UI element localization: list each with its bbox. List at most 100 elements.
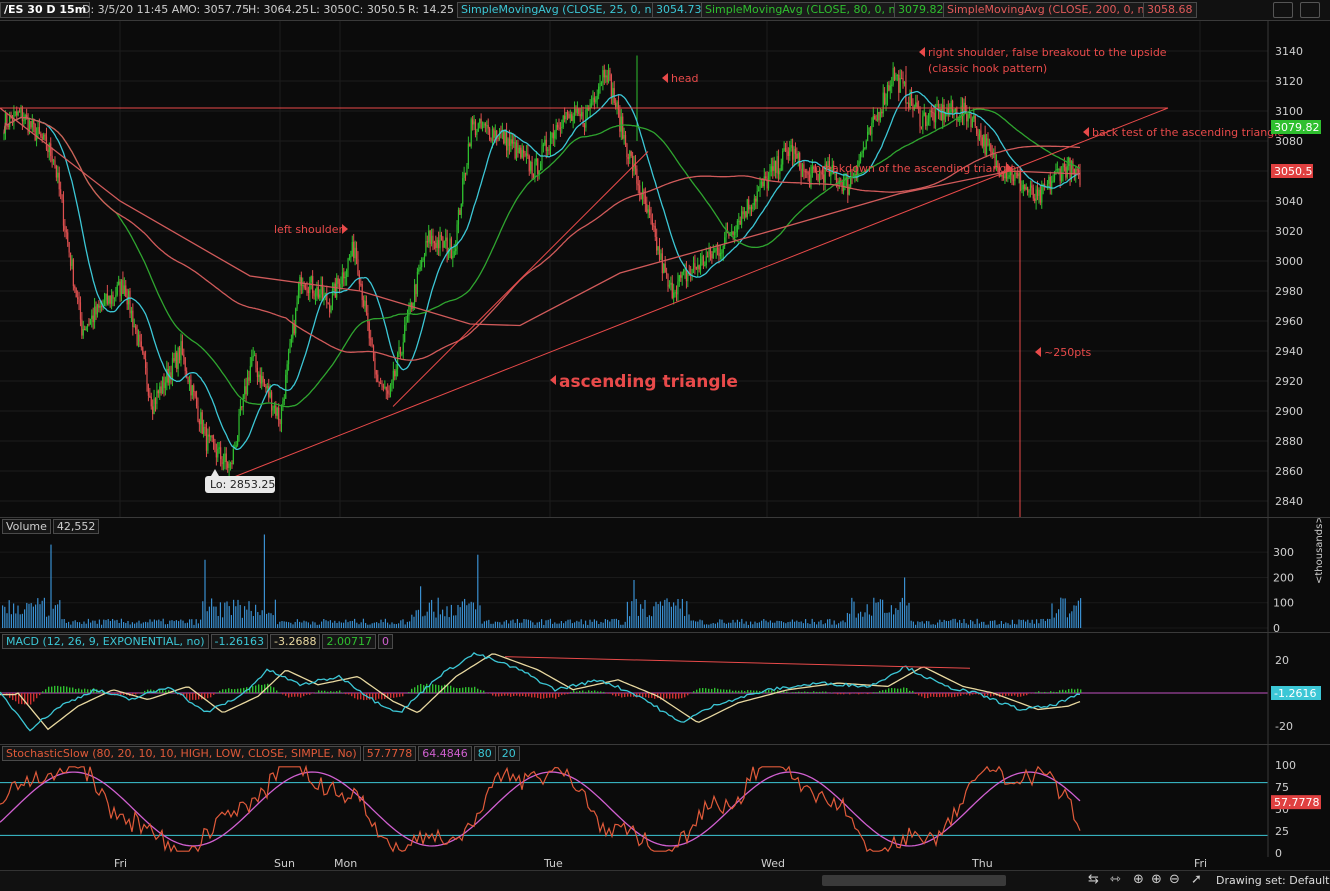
sma25-legend[interactable]: SimpleMovingAvg (CLOSE, 25, 0, no) xyxy=(457,2,666,18)
candle-body xyxy=(771,166,772,171)
volume-bar xyxy=(235,606,236,628)
macd-histogram-bar xyxy=(270,686,271,693)
stoch-pane[interactable]: 100755025057.7778 StochasticSlow (80, 20… xyxy=(0,744,1330,857)
candle-body xyxy=(868,127,869,131)
macd-histogram-bar xyxy=(234,689,235,693)
macd-histogram-bar xyxy=(291,693,292,697)
candle-body xyxy=(19,112,20,113)
candle-body xyxy=(735,232,736,233)
candle-body xyxy=(989,144,990,145)
macd-histogram-bar xyxy=(447,685,448,693)
price-chart[interactable]: 3140312031003080306030403020300029802960… xyxy=(0,21,1330,517)
candle-body xyxy=(33,120,34,124)
macd-histogram-bar xyxy=(906,688,907,693)
volume-bar xyxy=(1067,617,1068,628)
volume-bar xyxy=(992,621,993,628)
volume-bar xyxy=(433,612,434,628)
volume-bar xyxy=(174,621,175,628)
volume-bar xyxy=(383,622,384,628)
volume-legend[interactable]: Volume42,552 xyxy=(2,520,101,533)
time-scrollbar[interactable] xyxy=(822,875,1006,886)
crosshair-icon[interactable]: ⊕ xyxy=(1133,872,1144,887)
macd-histogram-bar xyxy=(195,693,196,700)
candle-body xyxy=(338,278,339,284)
macd-histogram-bar xyxy=(849,693,850,694)
candle-body xyxy=(124,285,125,293)
macd-histogram-bar xyxy=(567,693,568,694)
macd-histogram-bar xyxy=(420,684,421,693)
collapse-button[interactable] xyxy=(1273,2,1293,18)
macd-histogram-bar xyxy=(189,693,190,700)
volume-pane[interactable]: 3002001000<thousands> Volume42,552 xyxy=(0,517,1330,632)
volume-bar xyxy=(477,555,478,628)
volume-bar xyxy=(1016,624,1017,628)
cursor-icon[interactable]: ➚ xyxy=(1191,872,1202,887)
sma200-legend[interactable]: SimpleMovingAvg (CLOSE, 200, 0, no) xyxy=(943,2,1159,18)
volume-bar xyxy=(332,623,333,628)
volume-bar xyxy=(460,607,461,628)
candle-body xyxy=(1017,173,1018,176)
stoch-chart[interactable]: 100755025057.7778 xyxy=(0,745,1330,857)
symbol-label[interactable]: /ES 30 D 15m xyxy=(0,2,90,18)
candle-body xyxy=(452,256,453,258)
volume-bar xyxy=(651,616,652,628)
volume-bar xyxy=(897,610,898,628)
volume-bar xyxy=(182,621,183,628)
volume-bar xyxy=(1060,598,1061,628)
candle-body xyxy=(1030,186,1031,191)
macd-histogram-bar xyxy=(879,691,880,693)
stoch-legend[interactable]: StochasticSlow (80, 20, 10, 10, HIGH, LO… xyxy=(2,747,522,760)
volume-bar xyxy=(629,616,630,628)
candle-body xyxy=(237,435,238,445)
candle-body xyxy=(418,269,419,272)
low-callout: Lo: 2853.25 xyxy=(210,478,275,491)
macd-legend[interactable]: MACD (12, 26, 9, EXPONENTIAL, no)-1.2616… xyxy=(2,635,395,648)
volume-bar xyxy=(1080,598,1081,628)
candle-body xyxy=(877,112,878,120)
zoom-out-icon[interactable]: ⊖ xyxy=(1169,872,1180,887)
volume-chart[interactable]: 3002001000<thousands> xyxy=(0,518,1330,632)
volume-bar xyxy=(1047,619,1048,628)
candle-body xyxy=(734,232,735,235)
candle-body xyxy=(1041,185,1042,202)
volume-bar xyxy=(244,606,245,628)
volume-bar xyxy=(105,620,106,628)
price-pane[interactable]: 3140312031003080306030403020300029802960… xyxy=(0,20,1330,517)
candle-body xyxy=(781,165,782,171)
candle-body xyxy=(47,150,48,153)
macd-histogram-bar xyxy=(813,691,814,693)
macd-chart[interactable]: 20-20-1.2616 xyxy=(0,633,1330,744)
macd-label: MACD (12, 26, 9, EXPONENTIAL, no) xyxy=(2,634,209,649)
volume-bar xyxy=(488,620,489,628)
volume-bar xyxy=(677,599,678,628)
pan-left-icon[interactable]: ⇆ xyxy=(1088,872,1099,887)
macd-histogram-bar xyxy=(561,693,562,695)
volume-bar xyxy=(301,623,302,628)
macd-histogram-bar xyxy=(975,693,976,694)
candle-body xyxy=(874,116,875,119)
sma80-legend[interactable]: SimpleMovingAvg (CLOSE, 80, 0, no) xyxy=(701,2,910,18)
macd-pane[interactable]: 20-20-1.2616 MACD (12, 26, 9, EXPONENTIA… xyxy=(0,632,1330,744)
volume-bar xyxy=(719,619,720,628)
volume-bar xyxy=(539,622,540,628)
macd-histogram-bar xyxy=(558,693,559,697)
drawing-set-label[interactable]: Drawing set: Default xyxy=(1216,874,1329,887)
macd-histogram-bar xyxy=(351,693,352,696)
candle-body xyxy=(633,163,634,171)
candle-body xyxy=(481,119,482,128)
volume-label: Volume xyxy=(2,519,51,534)
volume-bar xyxy=(391,622,392,628)
zoom-in-icon[interactable]: ⊕ xyxy=(1151,872,1162,887)
volume-bar xyxy=(680,609,681,628)
maximize-button[interactable] xyxy=(1300,2,1320,18)
macd-histogram-bar xyxy=(219,691,220,693)
macd-histogram-bar xyxy=(1029,693,1030,694)
candle-body xyxy=(192,385,193,395)
volume-bar xyxy=(583,624,584,628)
volume-bar xyxy=(999,624,1000,628)
volume-bar xyxy=(809,624,810,628)
volume-bar xyxy=(847,613,848,628)
candle-body xyxy=(145,359,146,368)
expand-icon[interactable]: ⇿ xyxy=(1110,872,1121,887)
macd-histogram-bar xyxy=(501,693,502,696)
